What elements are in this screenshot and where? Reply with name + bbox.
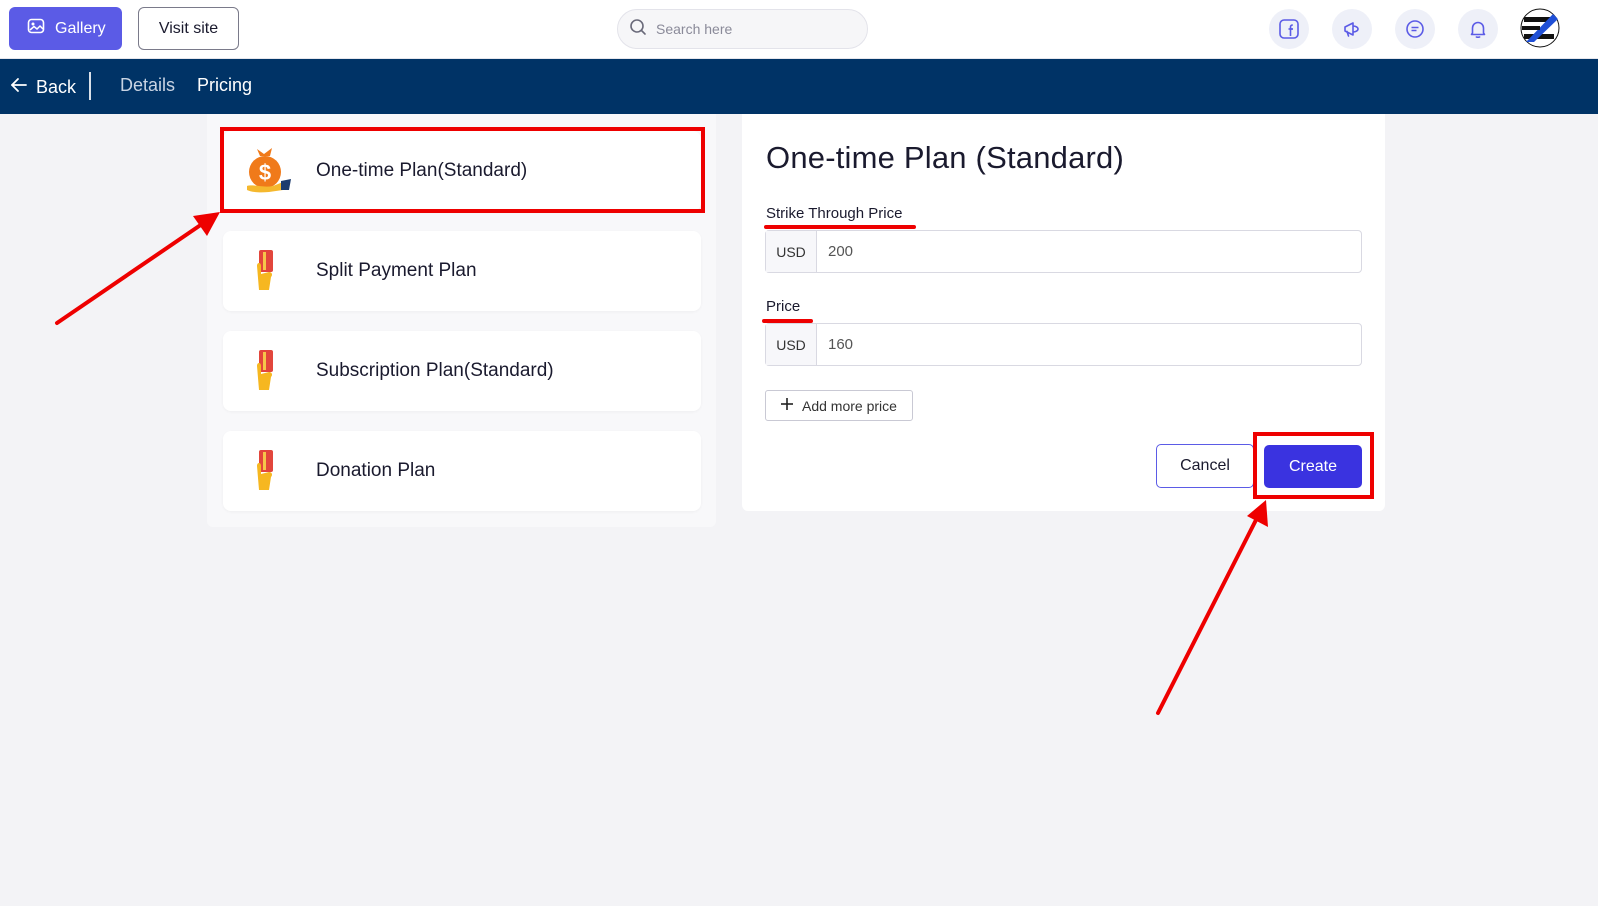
- arrow-left-icon: [10, 76, 28, 99]
- plan-label: Subscription Plan(Standard): [316, 360, 554, 381]
- strike-price-input[interactable]: [817, 231, 1361, 272]
- create-button[interactable]: Create: [1264, 445, 1362, 488]
- search-box: [617, 9, 868, 49]
- search-icon: [629, 18, 647, 41]
- money-bag-icon: $: [238, 143, 294, 199]
- plan-label: One-time Plan(Standard): [316, 160, 528, 181]
- strike-price-field: USD: [765, 230, 1362, 273]
- search-input[interactable]: [656, 21, 846, 37]
- currency-prefix: USD: [766, 324, 817, 365]
- top-bar: Gallery Visit site: [0, 0, 1598, 59]
- price-input[interactable]: [817, 324, 1361, 365]
- card-in-hand-icon: [238, 443, 294, 499]
- plan-card-subscription[interactable]: Subscription Plan(Standard): [223, 331, 701, 411]
- plan-type-list: $ One-time Plan(Standard) Split Payment …: [207, 114, 716, 527]
- sub-nav-bar: Back Details Pricing: [0, 59, 1598, 114]
- form-title: One-time Plan (Standard): [766, 140, 1125, 175]
- plan-label: Split Payment Plan: [316, 260, 477, 281]
- cancel-label: Cancel: [1180, 457, 1230, 474]
- tab-details[interactable]: Details: [120, 75, 175, 96]
- brand-logo-icon[interactable]: [1520, 8, 1560, 48]
- card-in-hand-icon: [238, 243, 294, 299]
- arrow-to-create: [1156, 500, 1268, 715]
- svg-text:$: $: [259, 160, 271, 185]
- currency-prefix: USD: [766, 231, 817, 272]
- plan-form: One-time Plan (Standard) Strike Through …: [742, 114, 1385, 511]
- add-more-price-button[interactable]: Add more price: [765, 390, 913, 421]
- plus-icon: [780, 397, 794, 414]
- arrow-to-plan: [55, 212, 220, 325]
- create-label: Create: [1288, 457, 1338, 475]
- add-more-price-label: Add more price: [802, 397, 897, 414]
- megaphone-icon[interactable]: [1332, 9, 1372, 49]
- gallery-icon: [27, 17, 45, 40]
- strike-price-label: Strike Through Price: [766, 205, 903, 222]
- gallery-button[interactable]: Gallery: [9, 7, 122, 50]
- bell-icon[interactable]: [1458, 9, 1498, 49]
- gallery-label: Gallery: [55, 19, 106, 37]
- card-in-hand-icon: [238, 343, 294, 399]
- cancel-button[interactable]: Cancel: [1156, 444, 1254, 488]
- plan-label: Donation Plan: [316, 460, 436, 481]
- visit-site-label: Visit site: [158, 19, 219, 37]
- price-label: Price: [766, 298, 801, 315]
- visit-site-button[interactable]: Visit site: [138, 7, 239, 50]
- plan-card-donation[interactable]: Donation Plan: [223, 431, 701, 511]
- back-button[interactable]: Back: [10, 73, 76, 101]
- tab-pricing[interactable]: Pricing: [197, 75, 252, 96]
- price-field: USD: [765, 323, 1362, 366]
- plan-card-split-payment[interactable]: Split Payment Plan: [223, 231, 701, 311]
- plan-card-one-time[interactable]: $ One-time Plan(Standard): [223, 131, 701, 211]
- chat-icon[interactable]: [1395, 9, 1435, 49]
- nav-divider: [89, 72, 91, 100]
- back-label: Back: [36, 76, 77, 97]
- facebook-icon[interactable]: [1269, 9, 1309, 49]
